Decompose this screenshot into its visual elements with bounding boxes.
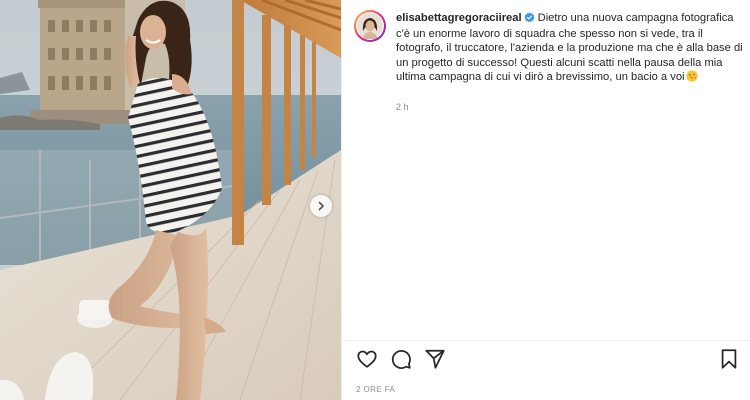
photo-illustration	[0, 0, 341, 400]
share-button[interactable]	[424, 348, 448, 372]
post-date[interactable]: 2 ORE FA	[356, 385, 395, 394]
actions-divider	[342, 340, 750, 341]
kissing-face-emoji-icon	[685, 70, 698, 86]
username-link[interactable]: elisabettagregoraciireal	[396, 12, 522, 24]
comment-bubble-icon	[391, 350, 411, 369]
caption-row: elisabettagregoraciireal Dietro una nuova…	[354, 10, 746, 112]
action-bar	[356, 348, 742, 372]
comment-button[interactable]	[390, 348, 414, 372]
time-ago: 2 h	[396, 102, 409, 113]
post-side-panel: elisabettagregoraciireal Dietro una nuova…	[341, 0, 750, 400]
post-photo[interactable]	[0, 0, 341, 400]
avatar[interactable]	[354, 10, 386, 42]
avatar-image	[356, 12, 384, 40]
next-photo-button[interactable]	[310, 195, 332, 217]
instagram-post: elisabettagregoraciireal Dietro una nuova…	[0, 0, 750, 400]
avatar-portrait-icon	[357, 13, 383, 39]
caption-text: elisabettagregoraciireal Dietro una nuova…	[396, 11, 746, 86]
bookmark-icon	[721, 349, 737, 369]
like-button[interactable]	[356, 348, 380, 372]
caption-body: elisabettagregoraciireal Dietro una nuova…	[396, 10, 746, 112]
paper-plane-icon	[425, 349, 445, 369]
chevron-right-icon	[318, 201, 324, 211]
heart-icon	[357, 350, 377, 368]
save-button[interactable]	[718, 348, 742, 372]
verified-badge-icon	[524, 12, 535, 27]
